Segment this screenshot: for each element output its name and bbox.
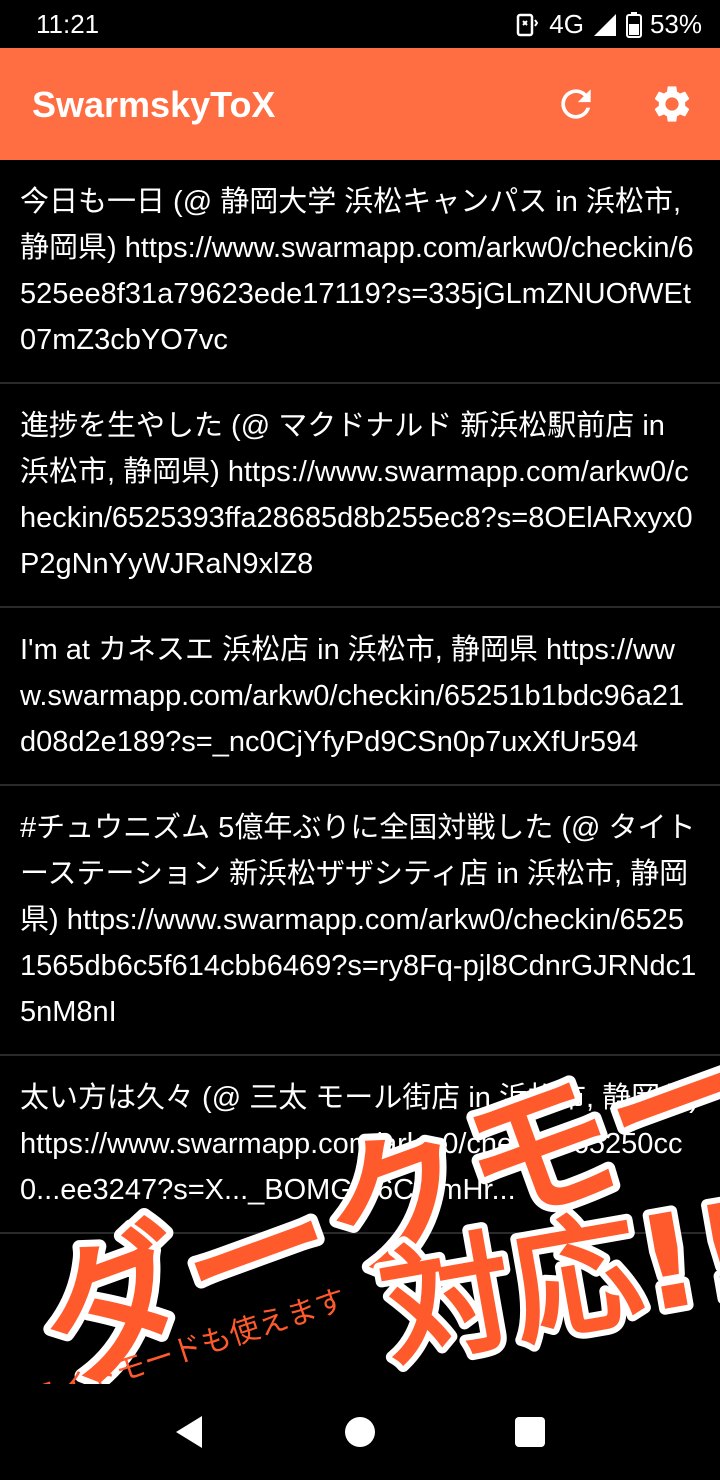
status-time: 11:21	[36, 9, 100, 39]
list-item[interactable]: 進捗を生やした (@ マクドナルド 新浜松駅前店 in 浜松市, 静岡県) ht…	[0, 384, 720, 608]
checkin-list: 今日も一日 (@ 静岡大学 浜松キャンパス in 浜松市, 静岡県) https…	[0, 160, 720, 1234]
refresh-icon[interactable]	[554, 82, 598, 126]
status-icons: 4G 53%	[513, 9, 702, 40]
app-title: SwarmskyToX	[32, 84, 276, 125]
network-type: 4G	[549, 9, 584, 39]
app-bar: SwarmskyToX	[0, 48, 720, 160]
list-item[interactable]: 太い方は久々 (@ 三太 モール街店 in 浜松市, 静岡県) https://…	[0, 1056, 720, 1234]
gear-icon[interactable]	[650, 82, 694, 126]
recents-icon[interactable]	[510, 1412, 550, 1452]
home-icon[interactable]	[340, 1412, 380, 1452]
status-bar: 11:21 4G 53%	[0, 0, 720, 48]
vibrate-icon	[517, 13, 541, 36]
signal-icon	[593, 13, 616, 36]
navigation-bar	[0, 1384, 720, 1480]
battery-percent: 53%	[649, 9, 702, 39]
battery-icon	[625, 11, 642, 38]
list-item[interactable]: #チュウニズム 5億年ぶりに全国対戦した (@ タイトーステーション 新浜松ザザ…	[0, 786, 720, 1056]
list-item[interactable]: I'm at カネスエ 浜松店 in 浜松市, 静岡県 https://www.…	[0, 608, 720, 786]
list-item[interactable]: 今日も一日 (@ 静岡大学 浜松キャンパス in 浜松市, 静岡県) https…	[0, 160, 720, 384]
back-icon[interactable]	[170, 1412, 210, 1452]
